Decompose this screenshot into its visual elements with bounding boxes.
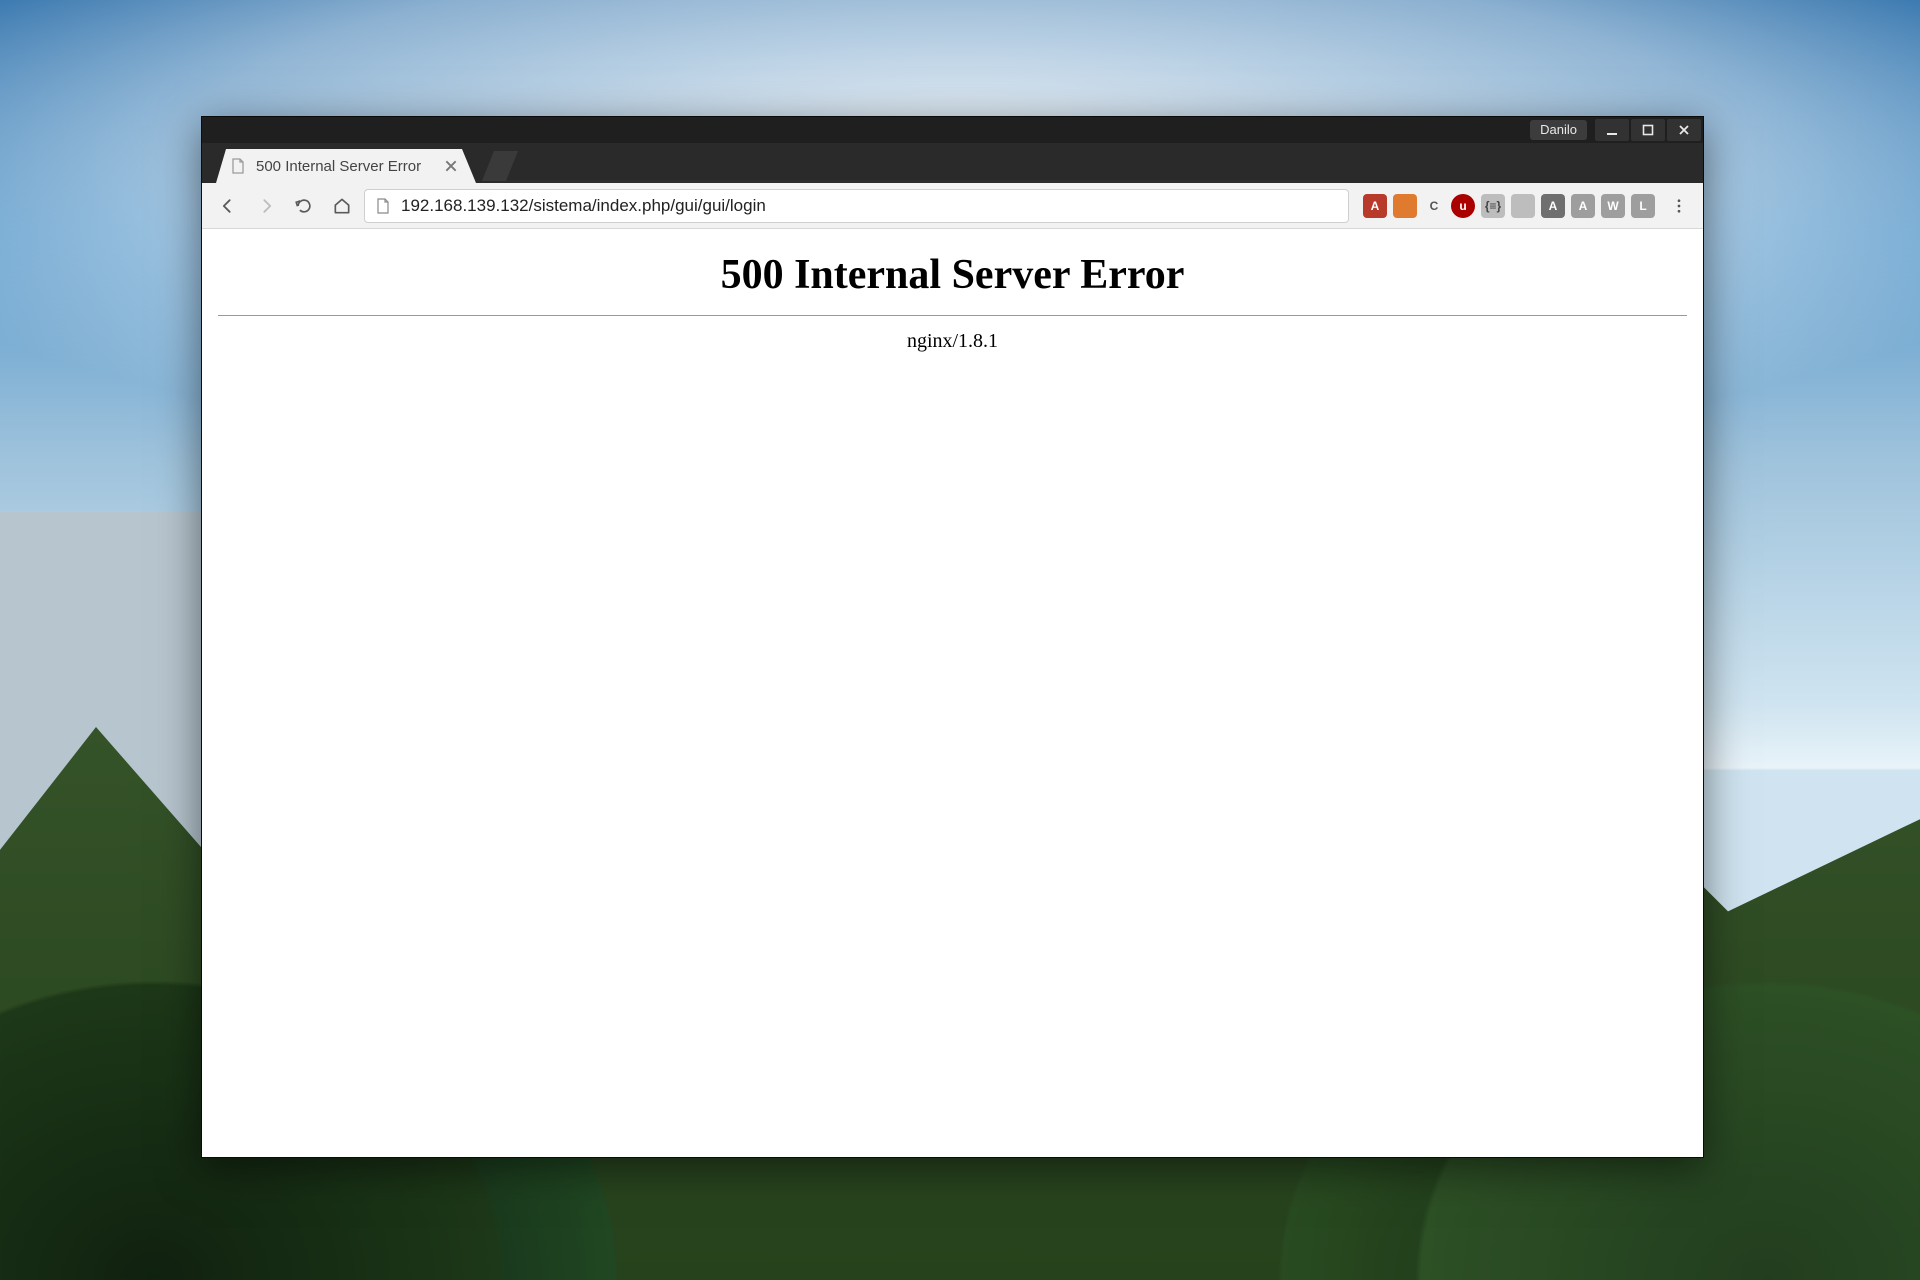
address-bar[interactable] bbox=[364, 189, 1349, 223]
home-button[interactable] bbox=[326, 190, 358, 222]
page-viewport: 500 Internal Server Error nginx/1.8.1 bbox=[202, 229, 1703, 1157]
profile-badge[interactable]: Danilo bbox=[1530, 120, 1587, 140]
browser-window: Danilo 500 Internal Server Error bbox=[201, 116, 1704, 1158]
server-signature: nginx/1.8.1 bbox=[218, 330, 1687, 353]
brave-icon[interactable] bbox=[1393, 194, 1417, 218]
close-icon bbox=[444, 159, 458, 173]
arrow-left-icon bbox=[218, 196, 238, 216]
window-minimize-button[interactable] bbox=[1595, 119, 1629, 141]
new-tab-button[interactable] bbox=[482, 151, 518, 181]
browser-menu-button[interactable] bbox=[1665, 192, 1693, 220]
error-page: 500 Internal Server Error nginx/1.8.1 bbox=[218, 251, 1687, 353]
angular2-icon[interactable]: A bbox=[1541, 194, 1565, 218]
arrow-right-icon bbox=[256, 196, 276, 216]
ublock-icon[interactable]: u bbox=[1451, 194, 1475, 218]
file-icon bbox=[230, 158, 246, 174]
forward-button[interactable] bbox=[250, 190, 282, 222]
divider bbox=[218, 315, 1687, 316]
moon-icon[interactable]: C bbox=[1423, 194, 1445, 218]
server-icon[interactable] bbox=[1511, 194, 1535, 218]
a-ext-icon[interactable]: A bbox=[1571, 194, 1595, 218]
home-icon bbox=[332, 196, 352, 216]
l-ext-icon[interactable]: L bbox=[1631, 194, 1655, 218]
maximize-icon bbox=[1642, 124, 1654, 136]
window-titlebar: Danilo bbox=[202, 117, 1703, 143]
url-input[interactable] bbox=[401, 196, 1338, 216]
tab-close-button[interactable] bbox=[444, 159, 458, 173]
back-button[interactable] bbox=[212, 190, 244, 222]
extensions-row: ACu{≡}AAWL bbox=[1363, 194, 1655, 218]
kebab-menu-icon bbox=[1670, 197, 1688, 215]
w-ext-icon[interactable]: W bbox=[1601, 194, 1625, 218]
tab-title-label: 500 Internal Server Error bbox=[256, 158, 421, 175]
minimize-icon bbox=[1606, 124, 1618, 136]
reload-button[interactable] bbox=[288, 190, 320, 222]
window-close-button[interactable] bbox=[1667, 119, 1701, 141]
browser-toolbar: ACu{≡}AAWL bbox=[202, 183, 1703, 229]
page-info-icon[interactable] bbox=[375, 198, 391, 214]
browser-tab-active[interactable]: 500 Internal Server Error bbox=[216, 149, 476, 183]
tab-strip: 500 Internal Server Error bbox=[202, 143, 1703, 183]
close-icon bbox=[1678, 124, 1690, 136]
reload-icon bbox=[294, 196, 314, 216]
window-controls bbox=[1595, 119, 1701, 141]
error-heading: 500 Internal Server Error bbox=[218, 251, 1687, 299]
window-maximize-button[interactable] bbox=[1631, 119, 1665, 141]
angular-icon[interactable]: A bbox=[1363, 194, 1387, 218]
brackets-icon[interactable]: {≡} bbox=[1481, 194, 1505, 218]
